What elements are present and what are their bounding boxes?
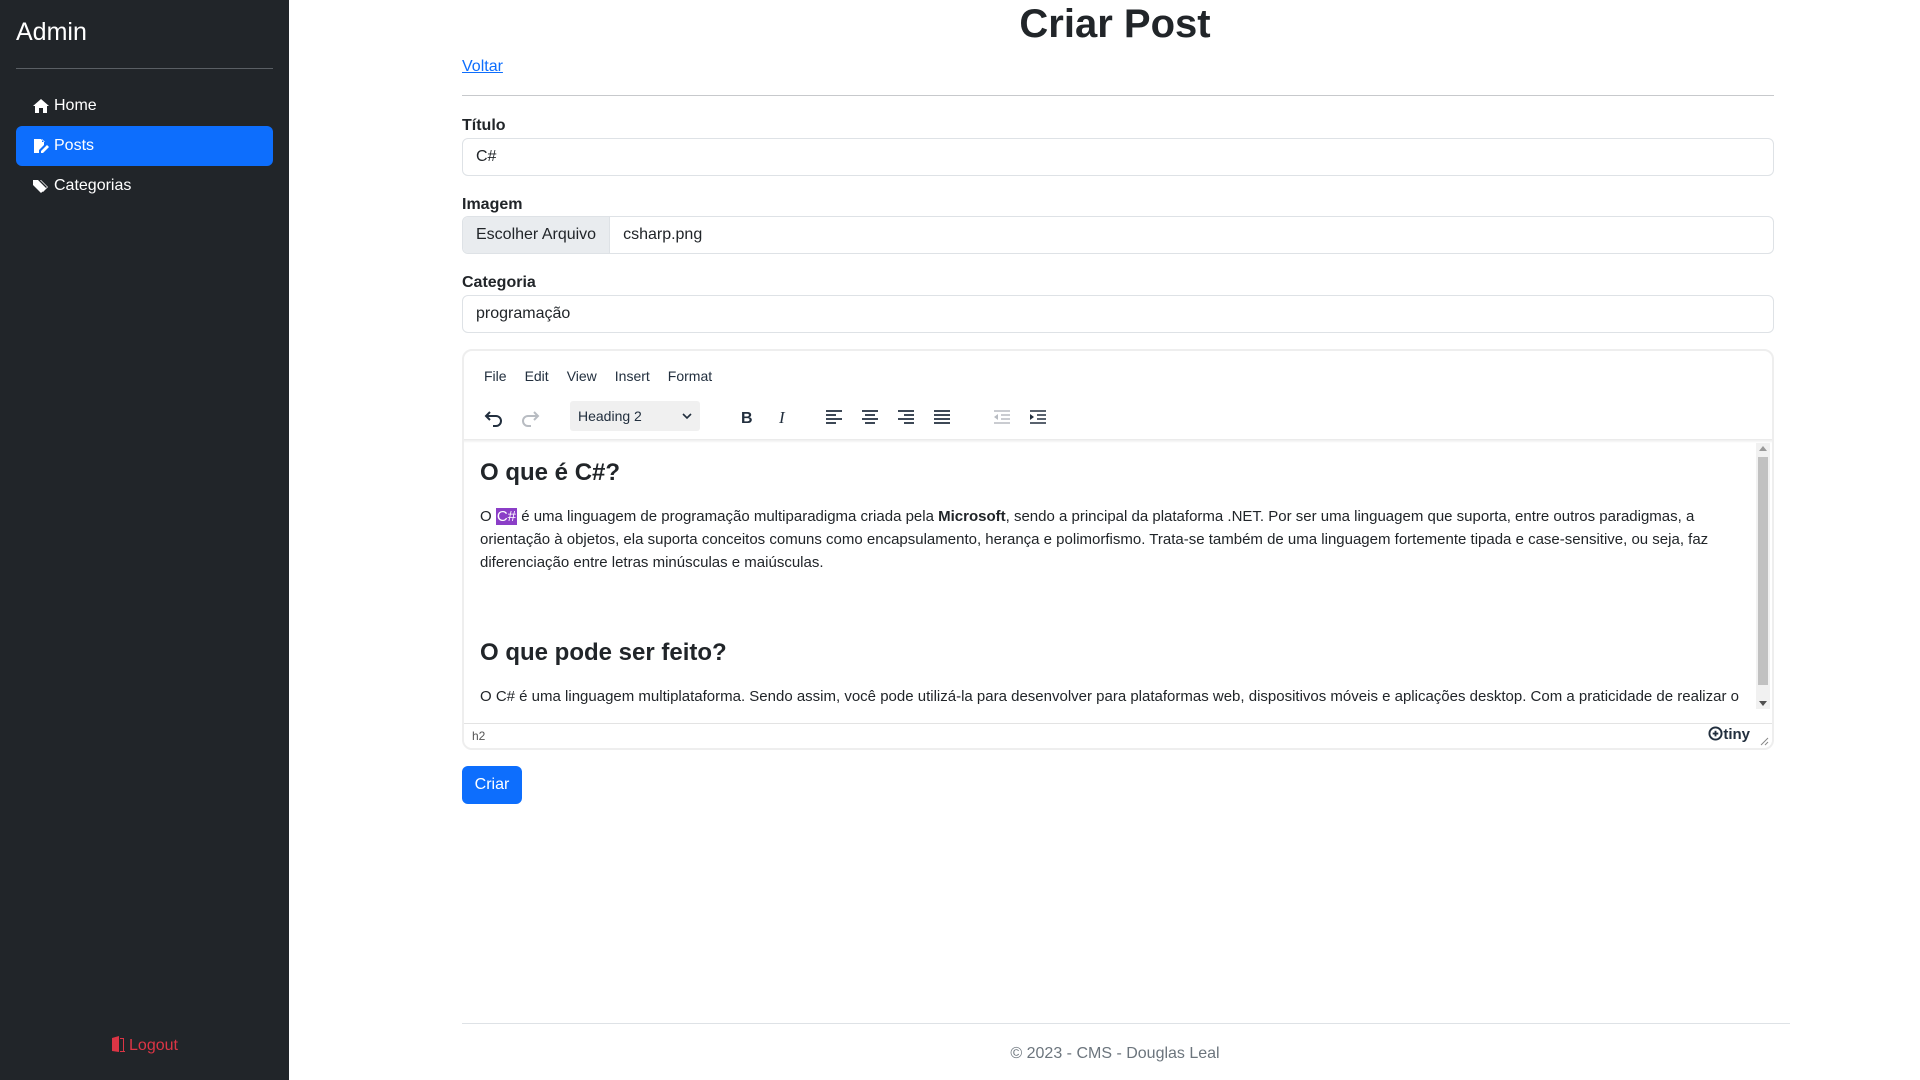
italic-icon: I — [778, 408, 786, 427]
undo-button[interactable] — [478, 401, 510, 433]
door-icon — [112, 1036, 126, 1052]
svg-text:B: B — [741, 410, 753, 427]
title-input[interactable] — [462, 138, 1774, 176]
block-format-select[interactable]: Heading 2 — [570, 401, 700, 431]
editor-statusbar: h2 tiny — [464, 723, 1772, 748]
tiny-branding[interactable]: tiny — [1708, 726, 1750, 743]
menu-edit[interactable]: Edit — [525, 368, 549, 384]
choose-file-button[interactable]: Escolher Arquivo — [463, 217, 611, 253]
sidebar-item-label: Posts — [54, 137, 95, 154]
redo-icon — [522, 411, 540, 427]
p1-mid: é uma linguagem de programação multipara… — [517, 508, 939, 525]
menu-insert[interactable]: Insert — [615, 368, 650, 384]
align-justify-button[interactable] — [926, 401, 958, 433]
logout-label: Logout — [129, 1037, 178, 1054]
sidebar-divider — [16, 68, 273, 69]
align-left-icon — [826, 410, 842, 424]
sidebar-item-posts[interactable]: Posts — [16, 126, 273, 166]
indent-button[interactable] — [1022, 401, 1054, 433]
element-path[interactable]: h2 — [472, 729, 485, 743]
sidebar-item-categorias[interactable]: Categorias — [16, 166, 273, 206]
back-link[interactable]: Voltar — [462, 58, 503, 76]
image-file-input[interactable]: Escolher Arquivo csharp.png — [462, 216, 1774, 254]
footer-text: © 2023 - CMS - Douglas Leal — [1010, 1045, 1220, 1062]
category-input[interactable] — [462, 295, 1774, 333]
tiny-label: tiny — [1723, 726, 1750, 743]
p1-start: O — [480, 508, 496, 525]
scroll-thumb[interactable] — [1758, 457, 1768, 685]
block-format-value: Heading 2 — [578, 408, 642, 424]
sidebar-item-label: Categorias — [54, 177, 132, 194]
chevron-down-icon — [682, 413, 692, 420]
create-button[interactable]: Criar — [462, 766, 522, 804]
redo-button[interactable] — [514, 401, 546, 433]
align-left-button[interactable] — [818, 401, 850, 433]
scroll-up-arrow[interactable] — [1759, 446, 1767, 451]
sidebar-item-label: Home — [54, 97, 97, 114]
menu-view[interactable]: View — [567, 368, 597, 384]
align-justify-icon — [934, 410, 950, 424]
brand-title: Admin — [16, 18, 87, 46]
align-right-icon — [898, 410, 914, 424]
content-paragraph-1: O C# é uma linguagem de programação mult… — [480, 505, 1740, 574]
menu-format[interactable]: Format — [668, 368, 712, 384]
align-right-button[interactable] — [890, 401, 922, 433]
file-name: csharp.png — [623, 226, 703, 243]
tags-icon — [33, 180, 48, 193]
rich-text-editor: File Edit View Insert Format Heading 2 B… — [462, 349, 1774, 750]
p1-bold: Microsoft — [938, 508, 1006, 525]
logout-link[interactable]: Logout — [0, 1036, 289, 1055]
toolbar-separator — [464, 439, 1772, 443]
svg-text:I: I — [778, 408, 786, 427]
editor-scrollbar[interactable] — [1756, 443, 1770, 709]
image-label: Imagem — [462, 196, 523, 213]
sidebar-nav: Home Posts Categorias — [16, 86, 273, 206]
tiny-logo-icon — [1708, 726, 1723, 741]
content-paragraph-2: O C# é uma linguagem multiplataforma. Se… — [480, 688, 1739, 705]
bold-button[interactable]: B — [730, 401, 762, 433]
align-center-button[interactable] — [854, 401, 886, 433]
menu-file[interactable]: File — [484, 368, 507, 384]
category-label: Categoria — [462, 274, 536, 291]
title-label: Título — [462, 117, 506, 134]
outdent-icon — [994, 410, 1010, 424]
outdent-button[interactable] — [986, 401, 1018, 433]
editor-content[interactable]: O que é C#? O C# é uma linguagem de prog… — [480, 447, 1740, 709]
undo-icon — [484, 411, 502, 427]
editor-toolbar: Heading 2 B I — [464, 397, 1772, 437]
content-heading-2: O que pode ser feito? — [480, 639, 727, 666]
footer-divider — [462, 1023, 1790, 1024]
editor-menubar: File Edit View Insert Format — [484, 368, 730, 384]
italic-button[interactable]: I — [766, 401, 798, 433]
sidebar-item-home[interactable]: Home — [16, 86, 273, 126]
home-icon — [33, 99, 49, 113]
content-heading-1: O que é C#? — [480, 459, 621, 486]
file-edit-icon — [34, 139, 49, 153]
resize-handle-icon[interactable] — [1759, 736, 1769, 746]
selected-text: C# — [495, 508, 518, 525]
sidebar: Admin Home Posts Categorias Logout — [0, 0, 289, 1080]
page-title: Criar Post — [1019, 2, 1211, 46]
indent-icon — [1030, 410, 1046, 424]
header-divider — [462, 95, 1774, 96]
scroll-down-arrow[interactable] — [1759, 701, 1767, 706]
align-center-icon — [862, 410, 878, 424]
bold-icon: B — [741, 410, 753, 427]
